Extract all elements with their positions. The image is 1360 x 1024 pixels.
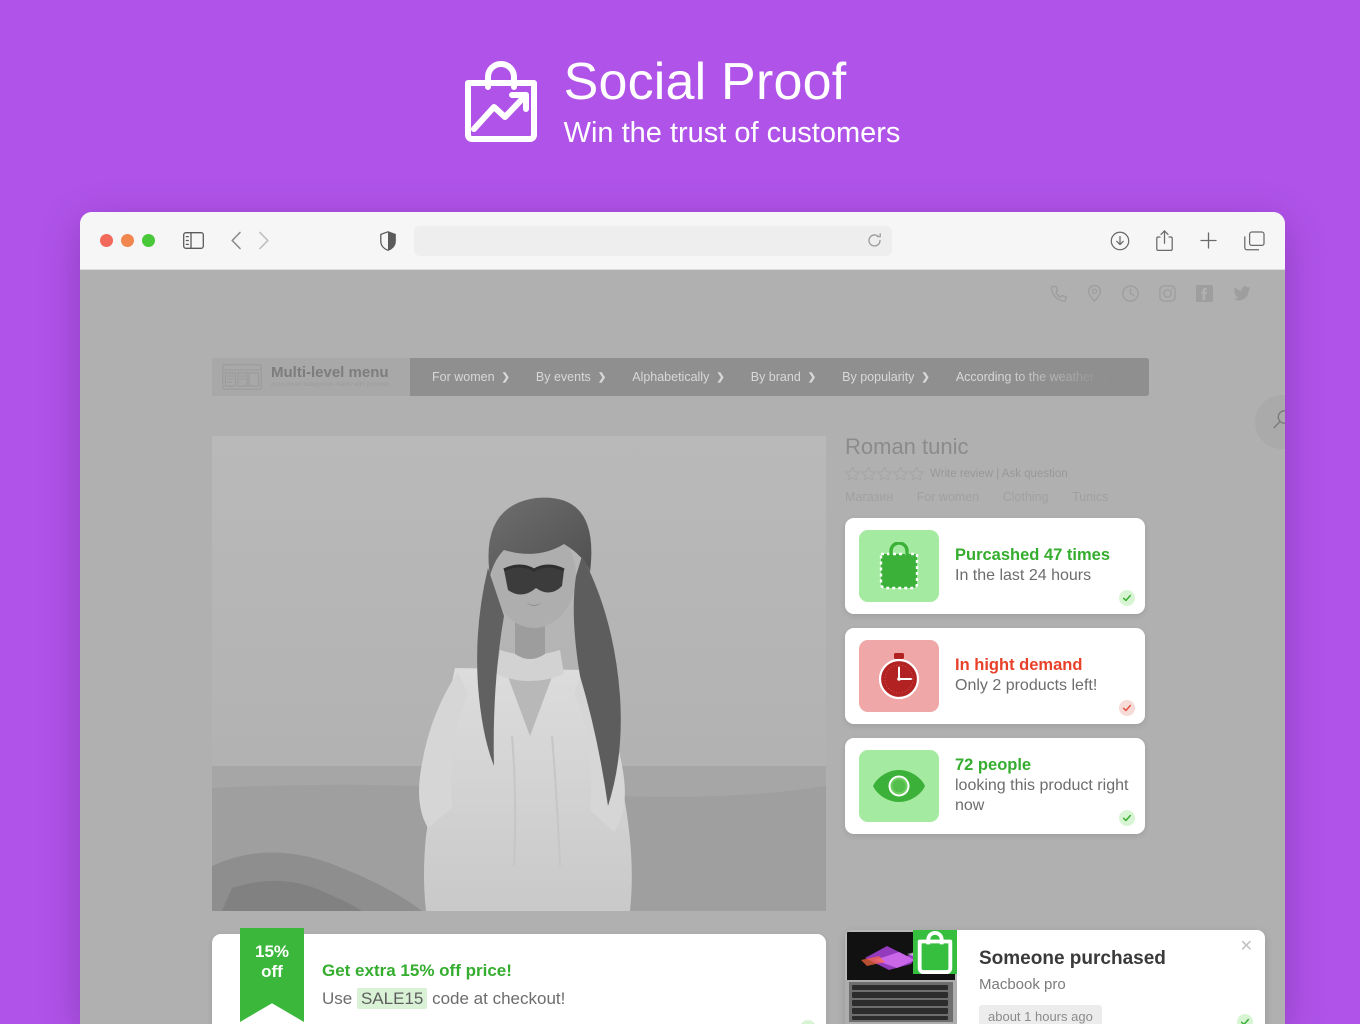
chevron-right-icon: ❯: [807, 371, 817, 383]
proof-card-viewers: 72 people looking this product right now: [845, 738, 1145, 834]
proof-card-purchases: Purcashed 47 times In the last 24 hours: [845, 518, 1145, 614]
check-icon: [800, 1020, 816, 1024]
check-icon: [1237, 1014, 1253, 1024]
ribbon-off: off: [261, 961, 283, 981]
chevron-right-icon: ❯: [921, 371, 930, 383]
breadcrumb: Магазин / For women / Clothing / Tunics: [845, 490, 1165, 504]
menu-item-by-events[interactable]: By events ❯: [536, 370, 606, 384]
close-icon[interactable]: ✕: [1240, 939, 1253, 955]
chevron-right-icon: ❯: [1101, 371, 1110, 383]
review-links[interactable]: Write review | Ask question: [930, 468, 1068, 480]
proof-card-demand: In hight demand Only 2 products left!: [845, 628, 1145, 724]
search-icon: [1272, 409, 1285, 435]
star-rating-icons[interactable]: [845, 466, 924, 481]
address-bar[interactable]: [414, 225, 892, 256]
ribbon-percent: 15%: [254, 942, 290, 961]
shopping-bag-chart-icon: [460, 60, 542, 145]
reload-icon[interactable]: [867, 233, 882, 248]
menu-item-according-to-the-weather[interactable]: According to the weather ❯: [956, 370, 1110, 384]
notification-timestamp: about 1 hours ago: [979, 1005, 1102, 1024]
product-rating: Write review | Ask question: [845, 466, 1165, 481]
menu-brand-title: Multi-level menu: [271, 363, 389, 381]
menu-item-alphabetically[interactable]: Alphabetically ❯: [632, 370, 725, 384]
product-title: Roman tunic: [845, 434, 969, 459]
breadcrumb-item-for-women[interactable]: For women: [917, 490, 980, 504]
coupon-code[interactable]: SALE15: [356, 988, 428, 1009]
share-icon[interactable]: [1156, 230, 1173, 251]
menu-brand-subtitle: drop-down categories menu with pictures: [271, 381, 390, 389]
proof-card-title: In hight demand: [955, 655, 1083, 674]
chevron-left-icon[interactable]: [230, 231, 242, 250]
proof-card-title: Purcashed 47 times: [955, 545, 1110, 564]
coupon-banner: 15% off Get extra 15% off price! Use SAL…: [212, 928, 826, 1024]
download-icon[interactable]: [1110, 231, 1130, 251]
menu-item-by-brand[interactable]: By brand ❯: [751, 370, 816, 384]
proof-card-title: 72 people: [955, 755, 1032, 774]
check-icon: [1119, 810, 1135, 826]
close-window-button[interactable]: [100, 234, 113, 247]
page-title: Social Proof: [563, 53, 847, 112]
menu-items: For women ❯ By events ❯ Alphabetically ❯…: [410, 358, 1149, 396]
multi-level-menu-bar: Multi-level menu drop-down categories me…: [212, 358, 1149, 396]
product-info-column: Roman tunic Write review | Ask question …: [845, 434, 1165, 834]
clock-icon[interactable]: [1122, 284, 1139, 302]
eye-icon: [859, 750, 939, 822]
proof-card-subtitle: Only 2 products left!: [955, 677, 1098, 695]
phone-icon[interactable]: [1050, 285, 1067, 302]
minimize-window-button[interactable]: [121, 234, 134, 247]
menu-grid-icon: [222, 364, 262, 390]
proof-card-subtitle: In the last 24 hours: [955, 567, 1092, 585]
discount-ribbon: 15% off: [240, 928, 304, 1022]
browser-toolbar: [80, 212, 1285, 270]
breadcrumb-item-clothing[interactable]: Clothing: [1003, 490, 1049, 504]
breadcrumb-separator: /: [989, 490, 993, 504]
coupon-title: Get extra 15% off price!: [322, 961, 512, 980]
menu-item-by-popularity[interactable]: By popularity ❯: [842, 370, 930, 384]
check-icon: [1119, 700, 1135, 716]
toolbar-actions: [1110, 230, 1265, 251]
stopwatch-icon: [859, 640, 939, 712]
traffic-lights: [100, 234, 155, 247]
check-icon: [1119, 590, 1135, 606]
coupon-subtitle: Use SALE15 code at checkout!: [322, 988, 566, 1009]
sidebar-toggle-icon[interactable]: [183, 232, 204, 249]
notification-product: Macbook pro: [979, 976, 1066, 993]
zoom-window-button[interactable]: [142, 234, 155, 247]
chevron-right-icon: ❯: [501, 371, 510, 383]
menu-item-for-women[interactable]: For women ❯: [432, 370, 510, 384]
shopping-bag-icon: [913, 930, 957, 974]
search-button[interactable]: [1255, 395, 1285, 449]
product-thumbnail: [845, 930, 957, 1024]
privacy-shield-icon[interactable]: [380, 230, 396, 251]
notification-title: Someone purchased: [979, 948, 1166, 969]
breadcrumb-item-shop[interactable]: Магазин: [845, 490, 893, 504]
chevron-right-icon: ❯: [716, 371, 725, 383]
shopping-bag-icon: [859, 530, 939, 602]
chevron-right-icon: ❯: [597, 371, 607, 383]
coupon-checkout-label: code at checkout!: [432, 989, 566, 1008]
purchase-notification[interactable]: ✕ Someone purchased Macbook pro about 1 …: [845, 930, 1265, 1024]
breadcrumb-separator: /: [903, 490, 907, 504]
menu-brand-button[interactable]: Multi-level menu drop-down categories me…: [212, 358, 410, 396]
facebook-icon[interactable]: [1196, 284, 1213, 302]
instagram-icon[interactable]: [1159, 284, 1176, 302]
shop-page: Multi-level menu drop-down categories me…: [80, 270, 1285, 1024]
tab-overview-icon[interactable]: [1244, 230, 1265, 251]
location-pin-icon[interactable]: [1087, 284, 1102, 302]
hero-banner: Social Proof Win the trust of customers: [0, 0, 1360, 205]
page-subtitle: Win the trust of customers: [563, 117, 901, 150]
proof-card-subtitle: looking this product right now: [955, 777, 1129, 815]
product-image[interactable]: [212, 436, 826, 911]
chevron-right-icon[interactable]: [258, 231, 270, 250]
coupon-use-label: Use: [322, 989, 353, 1008]
twitter-icon[interactable]: [1233, 285, 1251, 301]
breadcrumb-item-tunics[interactable]: Tunics: [1072, 490, 1108, 504]
site-topbar: [80, 270, 1285, 316]
new-tab-icon[interactable]: [1199, 231, 1218, 250]
browser-window: Multi-level menu drop-down categories me…: [80, 212, 1285, 1024]
breadcrumb-separator: /: [1058, 490, 1063, 504]
